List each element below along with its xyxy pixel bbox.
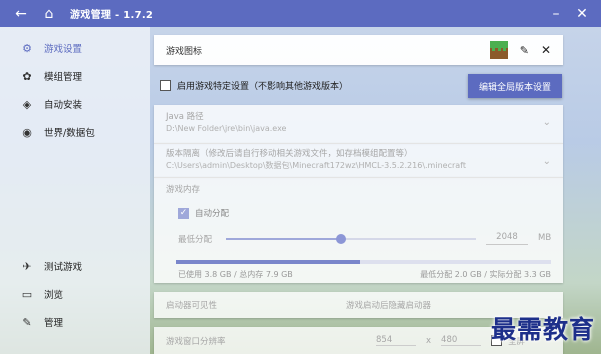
sidebar-item-label: 模组管理 (44, 72, 83, 83)
folder-icon: ▭ (21, 287, 33, 301)
sidebar: ⚙ 游戏设置 ✿ 模组管理 ◈ 自动安装 ◉ 世界/数据包 ✈ 测试游戏 ▭ 浏… (0, 27, 150, 354)
rocket-icon: ✈ (22, 259, 32, 273)
home-icon[interactable]: ⌂ (38, 6, 60, 22)
specific-settings-row[interactable]: 启用游戏特定设置（不影响其他游戏版本） (160, 79, 348, 92)
sidebar-item-worlds[interactable]: ◉ 世界/数据包 (0, 119, 150, 145)
resolution-height-input[interactable]: 480 (441, 335, 482, 346)
minimize-icon[interactable]: – (543, 6, 569, 22)
puzzle-icon: ✿ (22, 69, 32, 83)
memory-slider[interactable] (226, 234, 476, 244)
globe-icon: ◉ (22, 125, 32, 139)
version-isolation-card[interactable]: 版本隔离（修改后请自行移动相关游戏文件，如存档模组配置等） C:\Users\a… (154, 143, 563, 177)
memory-card: 游戏内存 ✓ 自动分配 最低分配 2048 MB 已使用 3.8 GB / 总内… (154, 177, 563, 283)
memory-title: 游戏内存 (166, 185, 201, 195)
auto-allocate-row[interactable]: ✓ 自动分配 (178, 207, 229, 219)
sidebar-item-label: 游戏设置 (44, 44, 83, 55)
memory-slider-fill (226, 238, 341, 240)
sidebar-item-game-settings[interactable]: ⚙ 游戏设置 (0, 35, 150, 61)
sidebar-item-label: 测试游戏 (44, 262, 83, 273)
grass-block-icon (489, 41, 508, 59)
sidebar-item-auto-install[interactable]: ◈ 自动安装 (0, 91, 150, 117)
sidebar-item-mod-manager[interactable]: ✿ 模组管理 (0, 63, 150, 89)
sidebar-item-label: 自动安装 (44, 100, 83, 111)
chevron-down-icon[interactable]: ⌄ (543, 117, 551, 128)
package-icon: ◈ (22, 97, 32, 111)
sidebar-item-browse[interactable]: ▭ 浏览 (0, 281, 150, 307)
back-arrow-icon[interactable]: ← (10, 6, 32, 22)
game-icon-label: 游戏图标 (166, 46, 203, 57)
specific-settings-label: 启用游戏特定设置（不影响其他游戏版本） (177, 82, 349, 92)
edit-global-settings-button[interactable]: 编辑全局版本设置 (468, 74, 562, 98)
auto-allocate-checkbox[interactable]: ✓ (178, 207, 189, 219)
memory-alloc-text: 最低分配 2.0 GB / 实际分配 3.3 GB (420, 270, 551, 279)
main-content: 游戏图标 ✎ ✕ 启用游戏特定设置（不影响其他游戏版本） 编辑全局版本设置 Ja… (150, 27, 601, 354)
min-memory-label: 最低分配 (178, 235, 213, 245)
resolution-separator: x (426, 335, 432, 346)
launcher-visibility-label: 启动器可见性 (166, 301, 218, 311)
sidebar-item-label: 世界/数据包 (44, 128, 95, 139)
edit-pencil-icon[interactable]: ✎ (520, 44, 529, 57)
sidebar-item-manage[interactable]: ✎ 管理 (0, 309, 150, 335)
memory-used-text: 已使用 3.8 GB / 总内存 7.9 GB (178, 270, 293, 279)
remove-icon[interactable]: ✕ (541, 43, 551, 57)
version-isolation-path: C:\Users\admin\Desktop\数据包\Minecraft172w… (166, 161, 466, 170)
specific-settings-checkbox[interactable] (160, 80, 171, 91)
java-path-title: Java 路径 (166, 112, 204, 122)
title-bar: ← ⌂ 游戏管理 - 1.7.2 – ✕ (0, 0, 601, 27)
memory-usage-bar (176, 260, 551, 264)
sidebar-item-label: 管理 (44, 318, 64, 329)
chevron-down-icon[interactable]: ⌄ (543, 156, 551, 167)
resolution-width-input[interactable]: 854 (376, 335, 416, 346)
sidebar-item-test-game[interactable]: ✈ 测试游戏 (0, 253, 150, 279)
gear-icon: ⚙ (22, 41, 32, 55)
sidebar-item-label: 浏览 (44, 290, 64, 301)
wrench-icon: ✎ (22, 315, 32, 329)
watermark-text: 最需教育 (490, 315, 595, 344)
java-path-card[interactable]: Java 路径 D:\New Folder\jre\bin\java.exe ⌄ (154, 105, 563, 143)
auto-allocate-label: 自动分配 (195, 209, 230, 219)
window-title: 游戏管理 - 1.7.2 (70, 10, 154, 21)
memory-unit: MB (538, 233, 552, 243)
java-path-value: D:\New Folder\jre\bin\java.exe (166, 124, 287, 133)
window-resolution-label: 游戏窗口分辨率 (166, 336, 226, 347)
close-window-icon[interactable]: ✕ (569, 6, 595, 22)
min-memory-input[interactable]: 2048 (486, 229, 528, 245)
memory-usage-fill (176, 260, 360, 264)
game-icon-card: 游戏图标 ✎ ✕ (154, 35, 563, 65)
memory-slider-handle[interactable] (336, 234, 346, 244)
version-isolation-title: 版本隔离（修改后请自行移动相关游戏文件，如存档模组配置等） (166, 149, 413, 159)
